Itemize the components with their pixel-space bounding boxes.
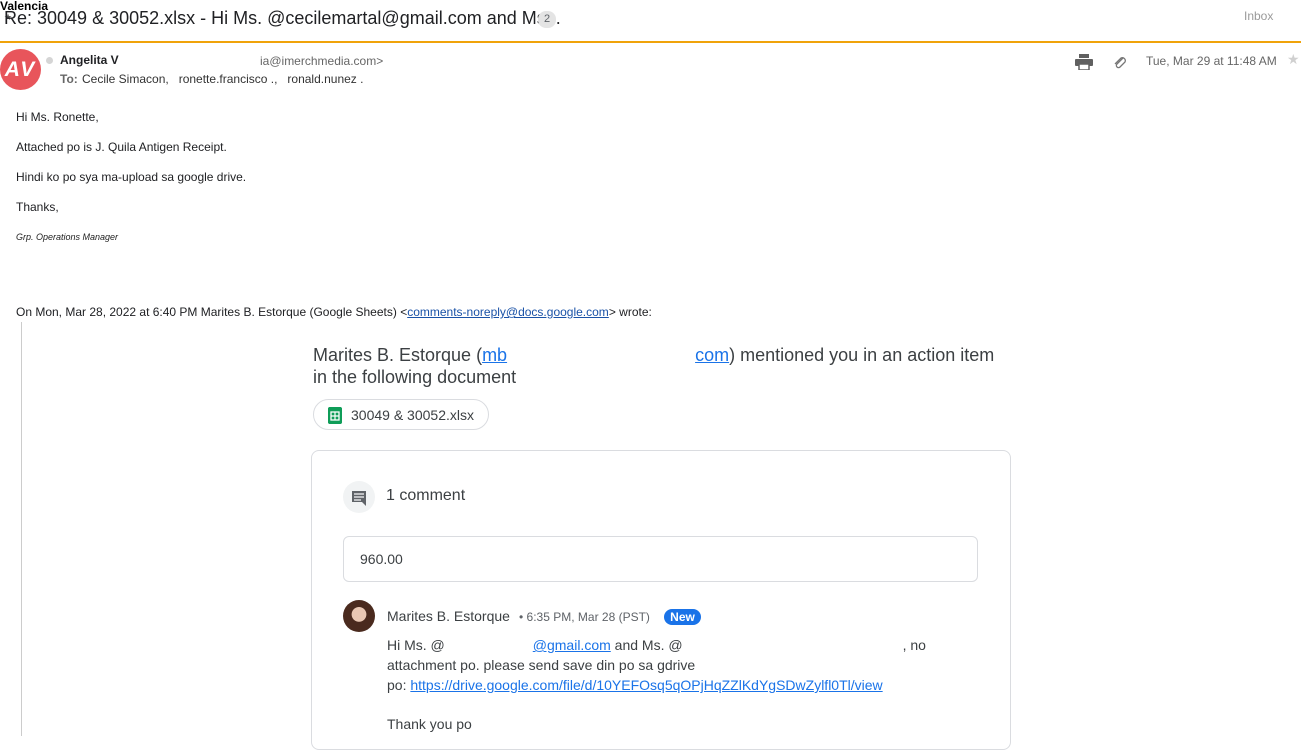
new-badge: New (664, 609, 701, 625)
message-date: Tue, Mar 29 at 11:48 AM (1146, 54, 1277, 68)
drive-link[interactable]: https://drive.google.com/file/d/10YEFOsq… (410, 677, 882, 693)
comment-timestamp: • 6:35 PM, Mar 28 (PST) (519, 610, 650, 624)
from-email[interactable]: ia@imerchmedia.com> (260, 54, 383, 68)
quoted-cell-value: 960.00 (360, 551, 403, 567)
body-line-2: Hindi ko po sya ma-upload sa google driv… (16, 170, 247, 184)
to-recipients[interactable]: Cecile Simacon, ronette.francisco ., ron… (82, 72, 363, 86)
comment-line-2: attachment po. please send save din po s… (387, 657, 696, 673)
quote-header: On Mon, Mar 28, 2022 at 6:40 PM Marites … (16, 305, 652, 319)
print-icon[interactable] (1075, 54, 1093, 70)
star-icon[interactable]: ★ (1287, 51, 1300, 68)
to-label: To: (60, 72, 78, 86)
comment-email-link[interactable]: @gmail.com (533, 637, 611, 653)
comment-author: Marites B. Estorque (387, 608, 510, 624)
comment-icon (343, 481, 375, 513)
from-name[interactable]: Angelita V (60, 53, 119, 67)
comment-no: , no (902, 637, 926, 653)
email-subject: Re: 30049 & 30052.xlsx - Hi Ms. @cecilem… (4, 8, 561, 28)
comment-po: po: (387, 677, 411, 693)
comment-hi: Hi Ms. @ (387, 637, 445, 653)
thread-count-badge: 2 (538, 11, 556, 28)
quote-prefix: On Mon, Mar 28, 2022 at 6:40 PM Marites … (16, 305, 408, 319)
mention-rest: ) mentioned you in an action item (729, 345, 995, 365)
mention-email-link-end[interactable]: com (695, 345, 729, 365)
body-line-1: Attached po is J. Quila Antigen Receipt. (16, 140, 227, 154)
folder-label[interactable]: Inbox (1244, 9, 1273, 23)
comment-thanks: Thank you po (387, 716, 472, 732)
comment-count: 1 comment (386, 487, 466, 504)
mention-name: Marites B. Estorque ( (313, 345, 483, 365)
quote-rule (21, 322, 22, 736)
quoted-cell-box: 960.00 (343, 536, 978, 582)
comment-body: Hi Ms. @ @gmail.com and Ms. @ , no attachm… (387, 635, 967, 695)
comment-and: and Ms. @ (610, 637, 683, 653)
file-chip[interactable]: 30049 & 30052.xlsx (313, 399, 489, 430)
quote-email-link[interactable]: comments-noreply@docs.google.com (407, 305, 609, 319)
avatar[interactable]: AV (0, 49, 41, 90)
google-sheets-icon (328, 407, 342, 424)
body-thanks: Thanks, (16, 200, 59, 214)
commenter-avatar (343, 600, 375, 632)
mention-text: Marites B. Estorque (mb com) mentioned yo… (313, 344, 1013, 388)
file-name: 30049 & 30052.xlsx (351, 407, 474, 423)
header-divider (0, 41, 1301, 43)
paperclip-icon[interactable] (1113, 55, 1128, 70)
mention-line-2: in the following document (313, 367, 517, 387)
signature-title: Grp. Operations Manager (16, 232, 119, 242)
presence-dot (46, 57, 53, 64)
mention-email-link-start[interactable]: mb (482, 345, 507, 365)
body-greeting: Hi Ms. Ronette, (16, 110, 99, 124)
quote-suffix: > wrote: (608, 305, 652, 319)
